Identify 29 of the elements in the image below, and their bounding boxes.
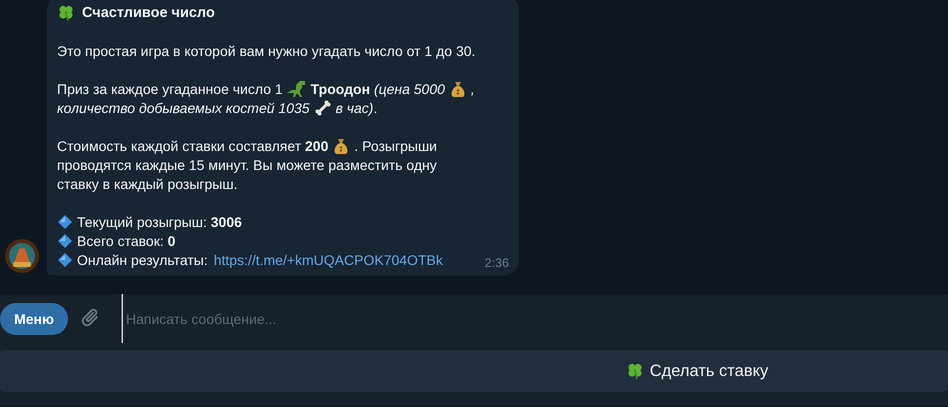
money-bag-icon [448, 80, 467, 98]
message-text: . Розыгрыши [354, 138, 437, 154]
message-text: ставку в каждый розыгрыш. [57, 176, 238, 192]
results-link[interactable]: https://t.me/+kmUQACPOK704OTBk [214, 252, 443, 268]
message-input[interactable]: Написать сообщение... [104, 294, 948, 343]
message-time: 2:36 [484, 256, 509, 270]
message-text: Текущий розыгрыш: 3006 [77, 214, 242, 230]
message-text: Всего ставок: 0 [77, 232, 176, 248]
diamond-icon [57, 232, 73, 248]
bone-icon [314, 98, 332, 116]
message-text: количество добываемых костей 1035 [57, 100, 310, 116]
dinosaur-icon [286, 80, 307, 98]
diamond-icon [57, 252, 73, 268]
clover-icon [626, 362, 644, 380]
money-bag-icon [332, 136, 350, 154]
message-text: Стоимость каждой ставки составляет 200 [57, 138, 328, 154]
message-text: , [470, 80, 475, 96]
message-title: Счастливое число [82, 4, 215, 20]
message-text: Онлайн результаты: [77, 252, 208, 268]
bet-button[interactable]: Сделать ставку [0, 350, 948, 392]
diamond-icon [57, 214, 73, 230]
avatar[interactable] [5, 239, 39, 273]
clover-icon [57, 4, 75, 22]
message-text: Приз за каждое угаданное число 1 [57, 80, 283, 96]
menu-button[interactable]: Меню [0, 302, 68, 334]
message-text: в час). [336, 100, 378, 116]
message-text: Троодон (цена 5000 [310, 80, 445, 96]
message-text: проводятся каждые 15 минут. Вы можете разместить одну [57, 156, 437, 172]
message-text: Это простая игра в которой вам нужно угадать число от 1 до 30. [57, 42, 476, 58]
